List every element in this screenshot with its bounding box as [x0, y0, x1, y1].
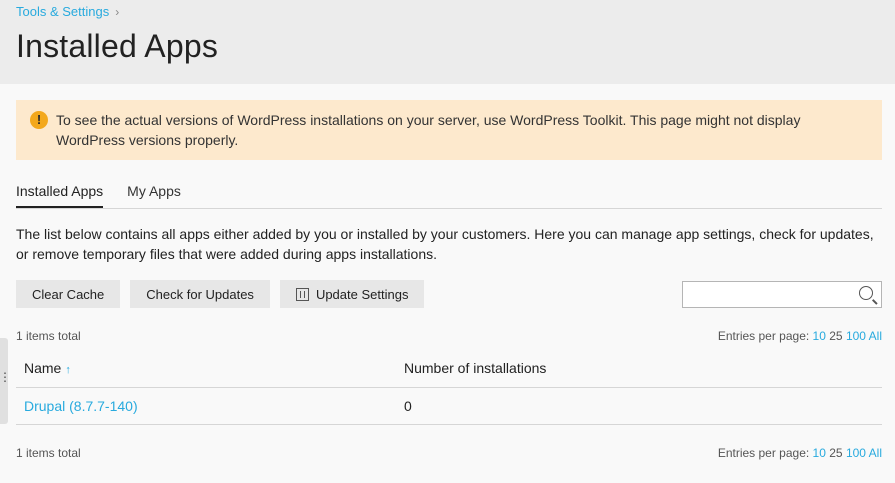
update-settings-label: Update Settings: [315, 286, 409, 302]
update-settings-button[interactable]: Update Settings: [279, 280, 425, 308]
search-input[interactable]: [683, 282, 865, 307]
check-for-updates-button[interactable]: Check for Updates: [130, 280, 270, 308]
entries-per-page-label: Entries per page:: [717, 446, 810, 460]
sort-ascending-icon: ↑: [65, 364, 71, 376]
warning-icon: !: [30, 111, 48, 129]
intro-text: The list below contains all apps either …: [16, 226, 874, 262]
bottom-pagination-row: 1 items total Entries per page: 10 25 10…: [16, 446, 882, 460]
warning-alert: ! To see the actual versions of WordPres…: [16, 100, 882, 160]
breadcrumb: Tools & Settings ›: [16, 4, 119, 19]
entries-per-page: Entries per page: 10 25 100 All: [718, 446, 882, 460]
alert-text: To see the actual versions of WordPress …: [56, 112, 801, 148]
search-box: [682, 281, 882, 308]
top-pagination-row: 1 items total Entries per page: 10 25 10…: [16, 329, 882, 343]
column-header-name[interactable]: Name ↑: [24, 360, 71, 376]
sliders-icon: [295, 287, 309, 301]
clear-cache-label: Clear Cache: [32, 286, 105, 302]
page-header: Tools & Settings › Installed Apps: [0, 0, 895, 84]
tab-bar: Installed Apps My Apps: [16, 180, 882, 209]
entries-option-10[interactable]: 10: [813, 446, 826, 460]
side-panel-handle[interactable]: [0, 338, 11, 424]
entries-per-page: Entries per page: 10 25 100 All: [718, 329, 882, 343]
entries-per-page-label: Entries per page:: [717, 329, 810, 343]
tab-installed-apps[interactable]: Installed Apps: [16, 180, 104, 208]
entries-option-25-selected: 25: [829, 446, 843, 460]
app-name-link[interactable]: Drupal (8.7.7-140): [24, 398, 138, 414]
table-header: Name ↑ Number of installations: [16, 350, 882, 388]
search-icon[interactable]: [859, 286, 873, 300]
entries-option-all[interactable]: All: [869, 329, 882, 343]
entries-option-all[interactable]: All: [869, 446, 882, 460]
column-header-name-label: Name: [24, 360, 62, 376]
table-row: Drupal (8.7.7-140) 0: [16, 388, 882, 425]
entries-option-100[interactable]: 100: [846, 329, 866, 343]
chevron-right-icon: ›: [115, 4, 120, 19]
entries-option-10[interactable]: 10: [813, 329, 826, 343]
entries-option-25-selected: 25: [829, 329, 843, 343]
check-for-updates-label: Check for Updates: [146, 286, 254, 302]
items-total: 1 items total: [16, 446, 81, 460]
entries-option-100[interactable]: 100: [846, 446, 866, 460]
clear-cache-button[interactable]: Clear Cache: [16, 280, 121, 308]
column-header-installations: Number of installations: [404, 360, 547, 376]
items-total: 1 items total: [16, 329, 81, 343]
breadcrumb-link-tools-settings[interactable]: Tools & Settings: [16, 4, 109, 19]
toolbar: Clear Cache Check for Updates Update Set…: [16, 280, 434, 308]
page-title: Installed Apps: [16, 28, 219, 64]
tab-my-apps[interactable]: My Apps: [127, 180, 181, 208]
installations-count: 0: [404, 398, 412, 414]
